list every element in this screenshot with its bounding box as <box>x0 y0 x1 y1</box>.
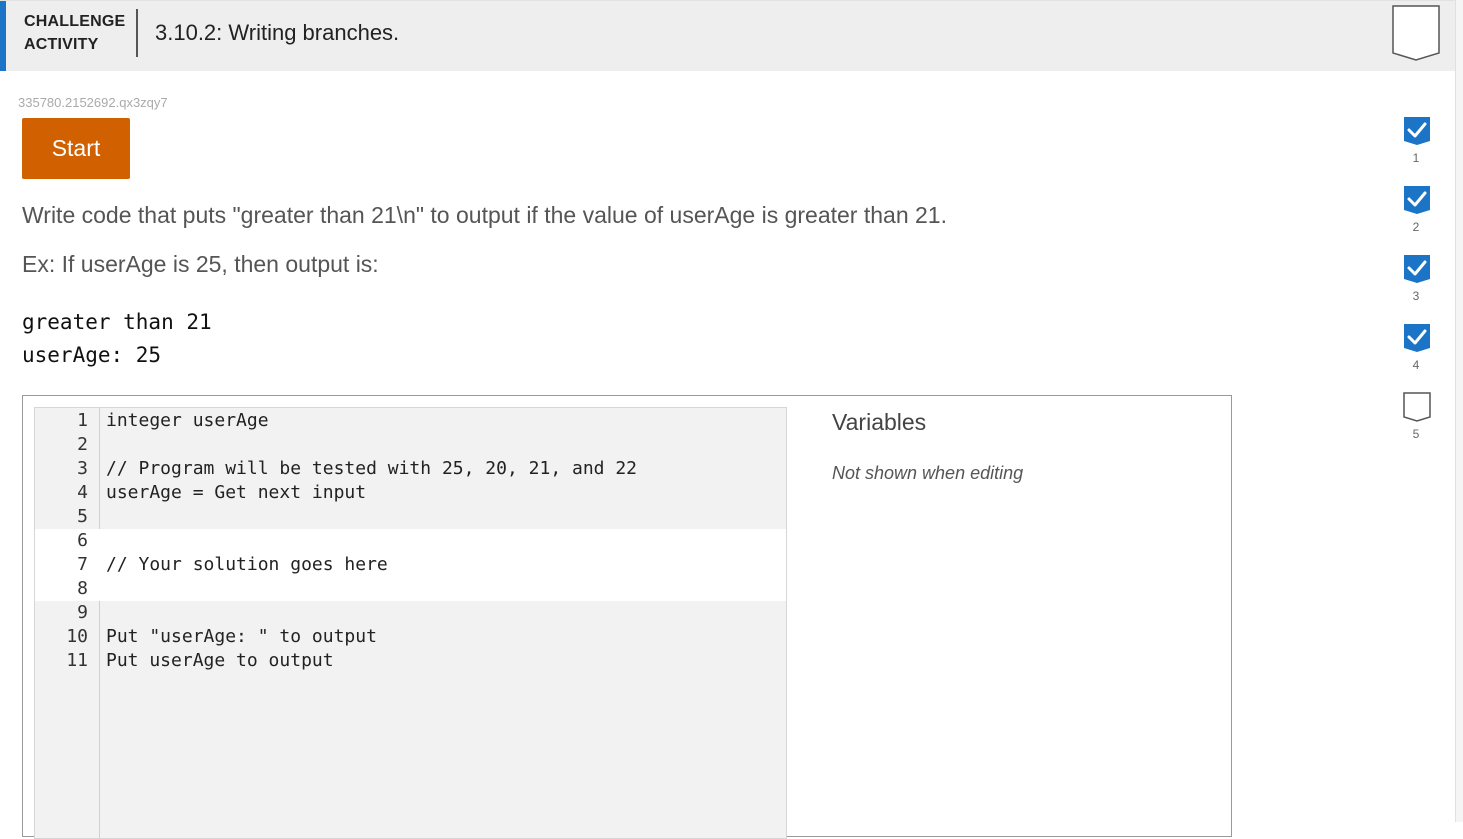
line-number: 6 <box>77 530 88 551</box>
code-line: 11 Put userAge to output <box>35 649 786 673</box>
code-line: 9 <box>35 601 786 625</box>
challenge-activity-label: CHALLENGE ACTIVITY <box>24 13 126 53</box>
level-2[interactable]: 2 <box>1403 185 1431 234</box>
instruction-text: Write code that puts "greater than 21\n"… <box>22 202 947 228</box>
code-text: Put userAge to output <box>106 650 334 671</box>
level-number: 5 <box>1412 427 1420 441</box>
check-icon <box>1403 323 1430 352</box>
code-line: 4 userAge = Get next input <box>35 481 786 505</box>
variables-note: Not shown when editing <box>832 463 1024 483</box>
code-line[interactable]: 8 <box>35 577 786 601</box>
line-number: 11 <box>66 650 88 671</box>
line-number: 3 <box>77 458 88 479</box>
code-line: 1 integer userAge <box>35 409 786 433</box>
level-number: 2 <box>1412 220 1420 234</box>
code-text[interactable]: // Your solution goes here <box>106 553 388 577</box>
code-line: 2 <box>35 433 786 457</box>
check-icon <box>1403 254 1430 283</box>
activity-header: CHALLENGE ACTIVITY 3.10.2: Writing branc… <box>0 0 1455 71</box>
line-number: 4 <box>77 482 88 503</box>
start-button[interactable]: Start <box>22 118 130 179</box>
check-icon <box>1403 185 1430 214</box>
code-editor[interactable]: 1 integer userAge 2 3 // Program will be tes… <box>34 407 787 839</box>
code-text: // Program will be tested with 25, 20, 2… <box>106 458 638 479</box>
code-line[interactable]: 6 <box>35 529 786 553</box>
code-line: 5 <box>35 505 786 529</box>
line-number: 8 <box>77 578 88 599</box>
expected-output-line: greater than 21 <box>22 310 212 334</box>
header-divider <box>136 9 138 57</box>
code-text: Put "userAge: " to output <box>106 626 377 647</box>
code-line[interactable]: 7 // Your solution goes here <box>35 553 786 577</box>
code-text: integer userAge <box>106 410 269 431</box>
level-number: 1 <box>1412 151 1420 165</box>
line-number: 10 <box>66 626 88 647</box>
expected-output-line: userAge: 25 <box>22 343 162 367</box>
header-accent-bar <box>0 1 6 71</box>
code-text: userAge = Get next input <box>106 482 367 503</box>
activity-title: 3.10.2: Writing branches. <box>155 20 400 45</box>
level-3[interactable]: 3 <box>1403 254 1431 303</box>
line-number: 7 <box>77 554 88 575</box>
level-5[interactable]: 5 <box>1403 392 1431 441</box>
example-text: Ex: If userAge is 25, then output is: <box>22 251 379 277</box>
page-scrollbar[interactable] <box>1455 0 1463 822</box>
activity-id: 335780.2152692.qx3zqy7 <box>18 95 168 110</box>
line-number: 1 <box>77 410 88 431</box>
code-line: 10 Put "userAge: " to output <box>35 625 786 649</box>
level-4[interactable]: 4 <box>1403 323 1431 372</box>
line-number: 2 <box>77 434 88 455</box>
expected-output: greater than 21 userAge: 25 <box>22 306 212 372</box>
empty-level-icon <box>1403 392 1431 422</box>
level-1[interactable]: 1 <box>1403 116 1431 165</box>
bookmark-icon[interactable] <box>1392 5 1440 61</box>
level-number: 4 <box>1412 358 1420 372</box>
code-panel: 1 integer userAge 2 3 // Program will be tes… <box>22 395 1232 839</box>
line-number: 5 <box>77 506 88 527</box>
check-icon <box>1403 116 1430 145</box>
code-line: 3 // Program will be tested with 25, 20, … <box>35 457 786 481</box>
line-number: 9 <box>77 602 88 623</box>
variables-title: Variables <box>832 409 927 435</box>
level-number: 3 <box>1412 289 1420 303</box>
